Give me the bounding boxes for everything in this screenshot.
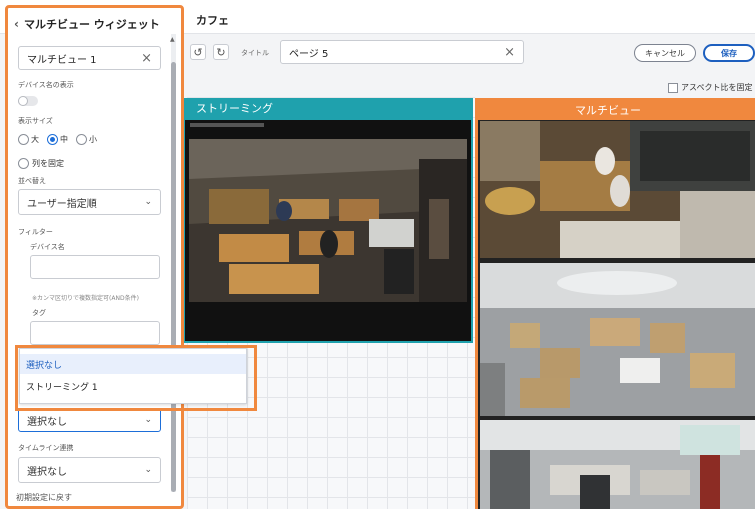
reset-defaults-link[interactable]: 初期設定に戻す	[16, 492, 72, 503]
scroll-up-icon[interactable]: ▲	[170, 36, 175, 43]
radio-selected-icon	[47, 134, 58, 145]
fix-columns-option[interactable]: 列を固定	[18, 158, 64, 169]
tag-filter-input[interactable]	[30, 321, 160, 345]
filter-label: フィルター	[18, 228, 53, 236]
aspect-ratio-checkbox[interactable]	[668, 82, 678, 93]
tag-label: タグ	[32, 309, 46, 317]
redo-icon: ↻	[216, 45, 226, 59]
save-button[interactable]: 保存	[703, 44, 755, 62]
dropdown-highlight-outline	[15, 345, 257, 411]
radio-icon	[18, 134, 29, 145]
aspect-ratio-label: アスペクト比を固定	[681, 83, 753, 92]
display-size-label: 表示サイズ	[18, 117, 53, 125]
device-name-label: デバイス名	[30, 243, 65, 251]
multiview-widget-label: マルチビュー	[575, 104, 641, 117]
streaming-topbar	[190, 123, 264, 127]
timeline-link-value: 選択なし	[27, 466, 67, 478]
size-option-small[interactable]: 小	[76, 134, 97, 145]
size-option-large[interactable]: 大	[18, 134, 39, 145]
scrollbar-thumb[interactable]	[171, 62, 176, 492]
timeline-link-label: タイムライン連携	[18, 444, 74, 452]
page-title-input[interactable]: ページ 5 ×	[280, 40, 524, 64]
multiview-camera-1[interactable]	[480, 121, 755, 258]
fix-columns-label: 列を固定	[32, 159, 64, 168]
undo-button[interactable]: ↺	[190, 44, 206, 60]
link-select[interactable]: 選択なし ⌄	[18, 408, 161, 432]
multiview-camera-3[interactable]	[480, 420, 755, 509]
panel-header: ‹ マルチビュー ウィジェット	[14, 16, 160, 32]
chevron-left-icon[interactable]: ‹	[14, 17, 19, 31]
radio-icon	[76, 134, 87, 145]
widget-name-value: マルチビュー 1	[27, 54, 97, 66]
timeline-link-select[interactable]: 選択なし ⌄	[18, 457, 161, 483]
widget-name-input[interactable]: マルチビュー 1 ×	[18, 46, 161, 70]
page-title: カフェ	[196, 14, 229, 27]
size-option-medium-label: 中	[60, 135, 68, 144]
device-name-toggle[interactable]	[18, 96, 38, 106]
panel-scrollbar[interactable]	[171, 34, 176, 492]
title-label: タイトル	[241, 49, 269, 57]
streaming-video	[189, 139, 467, 302]
sort-label: 並べ替え	[18, 177, 46, 185]
chevron-down-icon: ⌄	[144, 465, 152, 475]
device-name-filter-input[interactable]	[30, 255, 160, 279]
size-option-medium[interactable]: 中	[47, 134, 68, 145]
multiview-camera-2[interactable]	[480, 263, 755, 416]
panel-title: マルチビュー ウィジェット	[23, 18, 160, 31]
radio-icon	[18, 158, 29, 169]
link-select-value: 選択なし	[27, 416, 67, 428]
chevron-down-icon: ⌄	[144, 197, 152, 207]
undo-icon: ↺	[193, 45, 203, 59]
streaming-widget-label: ストリーミング	[196, 102, 273, 115]
clear-title-icon[interactable]: ×	[504, 45, 515, 60]
cancel-button[interactable]: キャンセル	[634, 44, 696, 62]
sort-value: ユーザー指定順	[27, 198, 97, 210]
display-size-options: 大 中 小	[18, 134, 97, 145]
size-option-large-label: 大	[31, 135, 39, 144]
size-option-small-label: 小	[89, 135, 97, 144]
device-name-display-label: デバイス名の表示	[18, 81, 74, 89]
page-title-value: ページ 5	[289, 48, 329, 60]
sort-select[interactable]: ユーザー指定順 ⌄	[18, 189, 161, 215]
chevron-down-icon: ⌄	[144, 415, 152, 425]
filter-hint: ※カンマ区切りで複数指定可(AND条件)	[32, 295, 139, 302]
widget-settings-panel: ‹ マルチビュー ウィジェット マルチビュー 1 × デバイス名の表示 表示サイ…	[5, 5, 184, 509]
aspect-ratio-row[interactable]: アスペクト比を固定	[668, 82, 752, 93]
redo-button[interactable]: ↻	[213, 44, 229, 60]
widget-editor-screen: カフェ ↺ ↻ タイトル ページ 5 × キャンセル 保存 アスペクト比を固定 …	[0, 0, 755, 509]
clear-name-icon[interactable]: ×	[141, 51, 152, 66]
toggle-knob	[18, 96, 28, 106]
